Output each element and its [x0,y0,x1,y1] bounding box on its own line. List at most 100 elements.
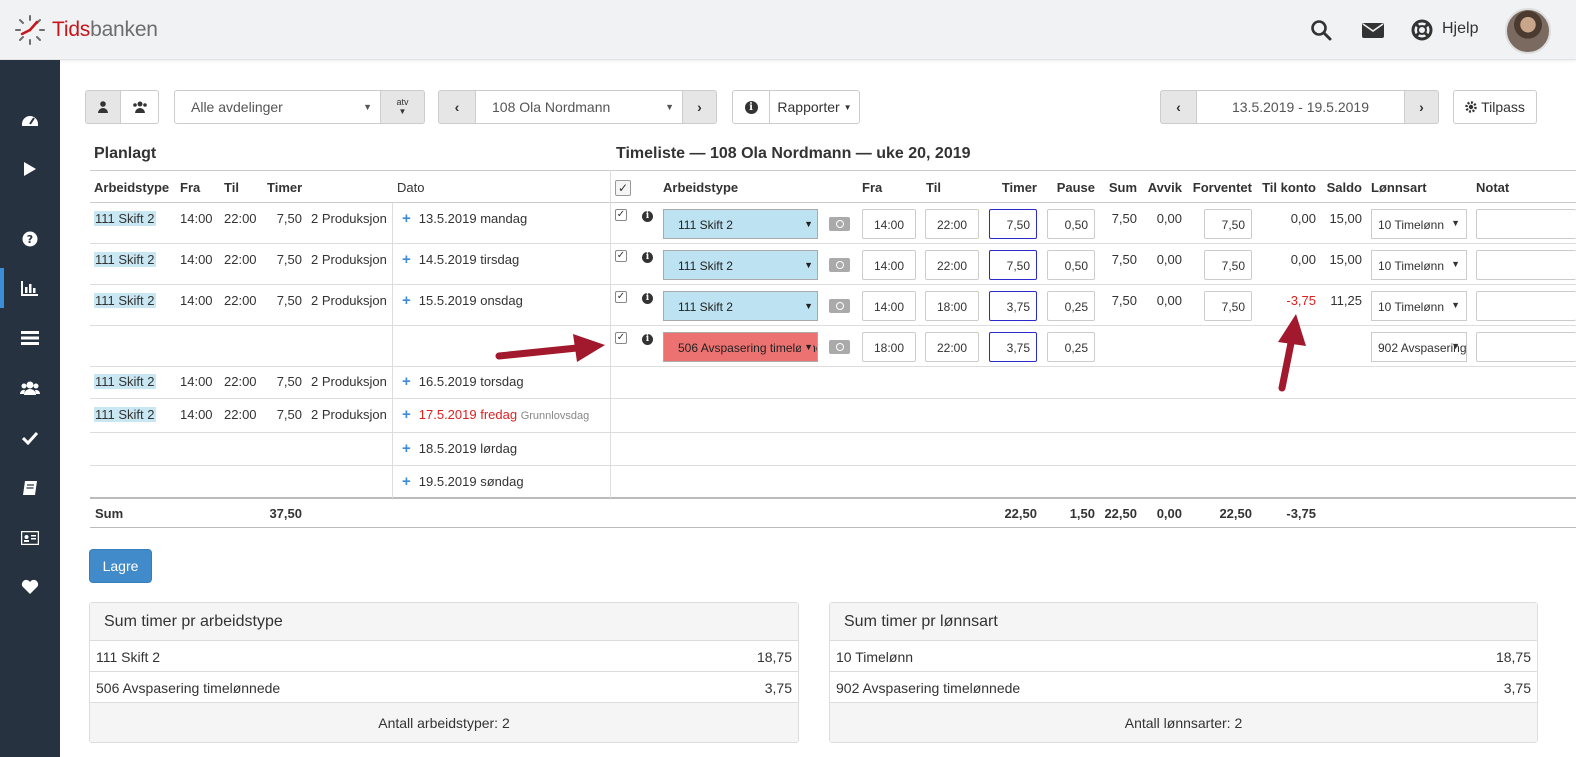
pause-input[interactable]: 0,25 [1047,332,1095,362]
sidebar-item-dashboard[interactable] [0,100,60,140]
camera-icon[interactable] [829,299,850,313]
note-input[interactable] [1476,209,1576,239]
expected-input[interactable]: 7,50 [1204,209,1252,239]
camera-icon[interactable] [829,340,850,354]
add-icon[interactable]: + [402,210,411,227]
save-button[interactable]: Lagre [89,549,152,583]
balance-value: 11,25 [1330,293,1362,308]
caret-down-icon: ▼ [1451,218,1460,228]
from-input[interactable]: 14:00 [862,209,916,239]
department-select[interactable]: Alle avdelinger ▼ [174,90,381,124]
sidebar-item-help[interactable]: ? [0,219,60,259]
help-link[interactable]: Hjelp [1442,20,1478,38]
hours-input[interactable]: 3,75 [989,332,1037,362]
sidebar-item-book[interactable] [0,468,60,508]
sidebar-item-reports[interactable] [0,268,60,308]
pause-input[interactable]: 0,25 [1047,291,1095,321]
avatar[interactable] [1505,8,1551,54]
list-item: 10 Timelønn 18,75 [830,641,1537,672]
next-employee-button[interactable]: › [682,90,717,124]
planned-date[interactable]: +15.5.2019 onsdag [402,292,523,309]
pause-input[interactable]: 0,50 [1047,250,1095,280]
camera-icon[interactable] [829,217,850,231]
from-input[interactable]: 14:00 [862,250,916,280]
date-range-picker[interactable]: 13.5.2019 - 19.5.2019 [1196,90,1405,124]
planned-from: 14:00 [180,252,213,267]
planned-date[interactable]: +18.5.2019 lørdag [402,440,517,457]
add-icon[interactable]: + [402,373,411,390]
date-col-divider [392,203,393,498]
wage-type-select[interactable]: 902 Avspasering timelønnede▼ [1371,332,1467,362]
wage-type-select[interactable]: 10 Timelønn ▼ [1371,250,1467,280]
to-input[interactable]: 22:00 [925,250,979,280]
single-user-view-button[interactable] [85,90,121,124]
info-icon[interactable]: i [642,211,653,222]
from-input[interactable]: 18:00 [862,332,916,362]
row-checkbox[interactable]: ✓ [615,209,627,221]
reports-dropdown[interactable]: Rapporter ▼ [769,90,860,124]
employee-select[interactable]: 108 Ola Nordmann ▼ [475,90,683,124]
worktype-select[interactable]: 111 Skift 2 ▼ [663,291,818,321]
add-icon[interactable]: + [402,292,411,309]
group-view-button[interactable] [120,90,159,124]
prev-employee-button[interactable]: ‹ [438,90,476,124]
expected-input[interactable]: 7,50 [1204,291,1252,321]
info-icon[interactable]: i [642,293,653,304]
envelope-icon[interactable] [1361,18,1385,42]
info-icon[interactable]: i [642,252,653,263]
note-input[interactable] [1476,250,1576,280]
worktype-select[interactable]: 111 Skift 2 ▼ [663,250,818,280]
info-icon: i [744,100,758,114]
planned-date[interactable]: +13.5.2019 mandag [402,210,527,227]
expected-input[interactable]: 7,50 [1204,250,1252,280]
hours-input[interactable]: 7,50 [989,250,1037,280]
worktype-select[interactable]: 111 Skift 2 ▼ [663,209,818,239]
sidebar-item-profile[interactable] [0,518,60,558]
add-icon[interactable]: + [402,406,411,423]
search-icon[interactable] [1309,18,1333,42]
to-input[interactable]: 22:00 [925,332,979,362]
info-button[interactable]: i [732,90,770,124]
planned-from: 14:00 [180,407,213,422]
row-checkbox[interactable]: ✓ [615,250,627,262]
planned-date[interactable]: +19.5.2019 søndag [402,473,524,490]
sidebar-item-employees[interactable] [0,368,60,408]
top-bar: Tidsbanken Hjelp [0,0,1576,60]
note-input[interactable] [1476,291,1576,321]
pause-input[interactable]: 0,50 [1047,209,1095,239]
customize-button[interactable]: Tilpass [1453,90,1537,124]
hours-input[interactable]: 3,75 [989,291,1037,321]
logo[interactable]: Tidsbanken [14,14,158,46]
lifebuoy-icon[interactable] [1410,18,1434,42]
planned-dept: 2 Produksjon [311,374,387,389]
worktype-select-compensation[interactable]: 506 Avspasering timelønnede▼ [663,332,818,362]
prev-week-button[interactable]: ‹ [1160,90,1197,124]
add-icon[interactable]: + [402,251,411,268]
planned-date-holiday[interactable]: +17.5.2019 fredag Grunnlovsdag [402,406,589,423]
note-input[interactable] [1476,332,1576,362]
sidebar-item-approve[interactable] [0,418,60,458]
planned-date[interactable]: +14.5.2019 tirsdag [402,251,519,268]
camera-icon[interactable] [829,258,850,272]
sidebar-item-play[interactable] [0,149,60,189]
col-dato: Dato [397,180,425,195]
planned-sum-hours: 37,50 [269,506,302,521]
hours-input[interactable]: 7,50 [989,209,1037,239]
add-icon[interactable]: + [402,473,411,490]
row-checkbox[interactable]: ✓ [615,332,627,344]
wage-type-select[interactable]: 10 Timelønn ▼ [1371,291,1467,321]
planned-dept: 2 Produksjon [311,211,387,226]
next-week-button[interactable]: › [1404,90,1439,124]
to-input[interactable]: 22:00 [925,209,979,239]
sidebar-item-list[interactable] [0,318,60,358]
sort-button[interactable]: atv ▼ [380,90,425,124]
from-input[interactable]: 14:00 [862,291,916,321]
select-all-checkbox[interactable]: ✓ [615,180,631,196]
row-checkbox[interactable]: ✓ [615,291,627,303]
to-input[interactable]: 18:00 [925,291,979,321]
info-icon[interactable]: i [642,334,653,345]
sidebar-item-favorites[interactable] [0,567,60,607]
planned-date[interactable]: +16.5.2019 torsdag [402,373,524,390]
wage-type-select[interactable]: 10 Timelønn ▼ [1371,209,1467,239]
add-icon[interactable]: + [402,440,411,457]
